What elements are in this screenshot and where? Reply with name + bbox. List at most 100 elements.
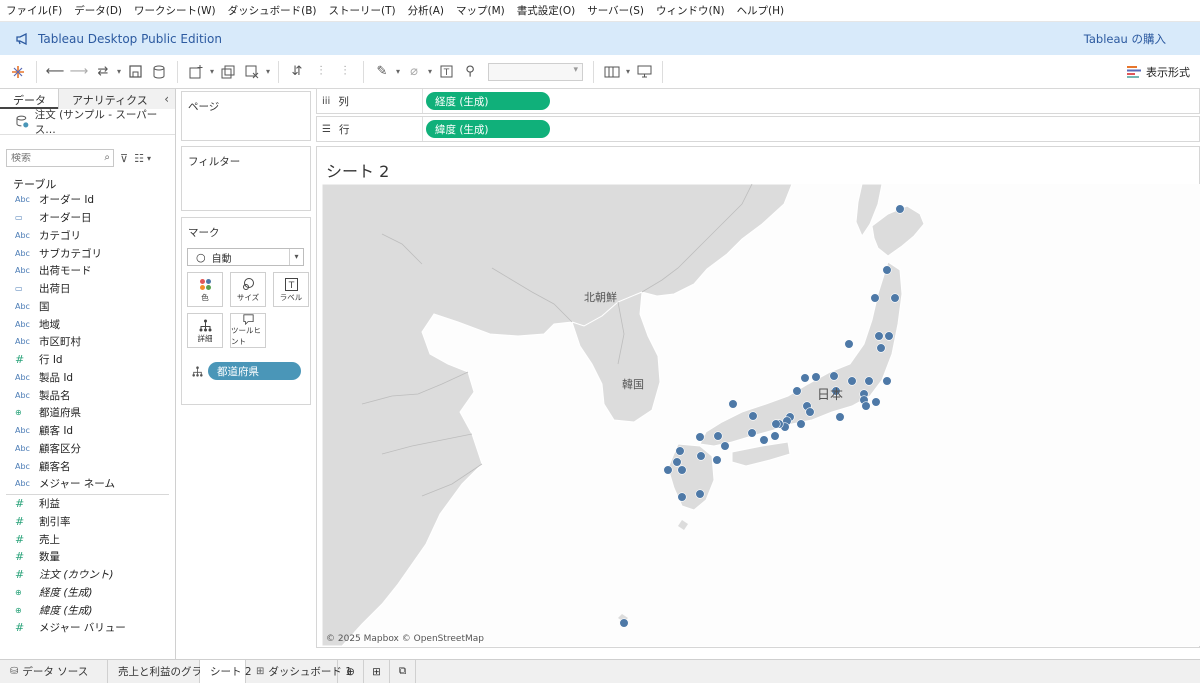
field-item[interactable]: Abc 国 (0, 298, 175, 316)
prefecture-point[interactable] (800, 373, 810, 383)
tab-sales-profit-chart[interactable]: 売上と利益のグラフ (108, 660, 213, 683)
chevron-down-icon[interactable]: ▾ (394, 67, 402, 76)
chevron-down-icon[interactable]: ▾ (208, 67, 216, 76)
prefecture-point[interactable] (713, 431, 723, 441)
prefecture-point[interactable] (895, 204, 905, 214)
new-dashboard-tab-button[interactable]: ⊞ (364, 660, 390, 683)
collapse-pane-icon[interactable]: ‹ (164, 92, 169, 106)
prefecture-point[interactable] (890, 293, 900, 303)
field-item[interactable]: # 割引率 (0, 513, 175, 531)
mark-type-dropdown[interactable]: ○ 自動 ▾ (187, 248, 304, 266)
field-item[interactable]: ▭ オーダー日 (0, 209, 175, 227)
field-item[interactable]: # 行 Id (0, 351, 175, 369)
buy-tableau-link[interactable]: Tableau の購入 (1084, 31, 1166, 47)
prefecture-point[interactable] (770, 431, 780, 441)
color-button[interactable]: 色 (187, 272, 223, 307)
prefecture-point[interactable] (672, 457, 682, 467)
field-item[interactable]: Abc 製品 Id (0, 369, 175, 387)
prefecture-point[interactable] (728, 399, 738, 409)
prefecture-point[interactable] (792, 386, 802, 396)
filter-icon[interactable]: ⊽ (120, 152, 128, 165)
field-item[interactable]: # 注文 (カウント) (0, 566, 175, 584)
duplicate-sheet-icon[interactable] (217, 61, 239, 83)
prefecture-point[interactable] (805, 407, 815, 417)
show-me-button[interactable]: 表示形式 (1127, 64, 1190, 80)
menu-format[interactable]: 書式設定(O) (517, 3, 575, 18)
prefecture-point[interactable] (748, 411, 758, 421)
sort-ascending-icon[interactable]: ⫶ (310, 61, 332, 83)
field-item[interactable]: Abc 地域 (0, 315, 175, 333)
tooltip-button[interactable]: ツールヒント (230, 313, 266, 348)
tableau-logo-icon[interactable] (7, 61, 29, 83)
menu-file[interactable]: ファイル(F) (6, 3, 62, 18)
prefecture-point[interactable] (835, 412, 845, 422)
field-item[interactable]: # 売上 (0, 530, 175, 548)
prefecture-point[interactable] (829, 371, 839, 381)
new-worksheet-tab-button[interactable]: ⊕ (338, 660, 364, 683)
replay-icon[interactable]: ⇄ (92, 61, 114, 83)
prefecture-point[interactable] (876, 343, 886, 353)
group-members-icon[interactable]: ⌀ (403, 61, 425, 83)
prefecture-point[interactable] (675, 446, 685, 456)
field-item[interactable]: Abc 顧客区分 (0, 440, 175, 458)
filters-card[interactable]: フィルター (181, 146, 311, 211)
field-item[interactable]: ⊕ 都道府県 (0, 404, 175, 422)
new-datasource-icon[interactable] (148, 61, 170, 83)
undo-icon[interactable]: ⟵ (44, 61, 66, 83)
detail-button[interactable]: 詳細 (187, 313, 223, 348)
tab-datasource[interactable]: ⛁ データ ソース (0, 660, 108, 683)
menu-server[interactable]: サーバー(S) (587, 3, 644, 18)
chevron-down-icon[interactable]: ▾ (426, 67, 434, 76)
prefecture-point[interactable] (677, 492, 687, 502)
field-item[interactable]: Abc 市区町村 (0, 333, 175, 351)
datasource-item[interactable]: 注文 (サンプル - スーパース… (0, 109, 175, 136)
columns-pill[interactable]: 経度 (生成) (426, 92, 550, 110)
menu-worksheet[interactable]: ワークシート(W) (134, 3, 216, 18)
prefecture-point[interactable] (874, 331, 884, 341)
menu-story[interactable]: ストーリー(T) (329, 3, 396, 18)
field-item[interactable]: Abc カテゴリ (0, 227, 175, 245)
prefecture-point[interactable] (771, 419, 781, 429)
field-item[interactable]: Abc メジャー ネーム (0, 475, 175, 493)
detail-pill[interactable]: 都道府県 (208, 362, 301, 380)
chevron-down-icon[interactable]: ▾ (115, 67, 123, 76)
prefecture-point[interactable] (864, 376, 874, 386)
new-story-tab-button[interactable]: ⧉ (390, 660, 416, 683)
pages-card[interactable]: ページ (181, 91, 311, 141)
prefecture-point[interactable] (759, 435, 769, 445)
prefecture-point[interactable] (870, 293, 880, 303)
swap-rows-columns-icon[interactable]: ⇵ (286, 61, 308, 83)
map-canvas[interactable]: 北朝鮮韓国日本 (322, 184, 1200, 646)
prefecture-point[interactable] (861, 401, 871, 411)
field-item[interactable]: Abc 顧客 Id (0, 422, 175, 440)
size-button[interactable]: サイズ (230, 272, 266, 307)
field-item[interactable]: # メジャー バリュー (0, 619, 175, 637)
show-mark-labels-icon[interactable]: T (435, 61, 457, 83)
show-cards-icon[interactable] (601, 61, 623, 83)
label-button[interactable]: T ラベル (273, 272, 309, 307)
prefecture-point[interactable] (720, 441, 730, 451)
field-item[interactable]: # 利益 (0, 495, 175, 513)
tab-sheet-2[interactable]: シート 2 (200, 660, 252, 683)
chevron-down-icon[interactable]: ▾ (264, 67, 272, 76)
fix-axes-pin-icon[interactable]: ⚲ (459, 61, 481, 83)
sort-descending-icon[interactable]: ⫶ (334, 61, 356, 83)
field-item[interactable]: ▭ 出荷日 (0, 280, 175, 298)
new-worksheet-icon[interactable] (185, 61, 207, 83)
field-item[interactable]: Abc 製品名 (0, 386, 175, 404)
menu-analysis[interactable]: 分析(A) (408, 3, 444, 18)
highlight-icon[interactable]: ✎ (371, 61, 393, 83)
field-search[interactable]: ⌕ (6, 149, 114, 167)
field-item[interactable]: Abc 出荷モード (0, 262, 175, 280)
prefecture-point[interactable] (811, 372, 821, 382)
menu-dashboard[interactable]: ダッシュボード(B) (228, 3, 317, 18)
prefecture-point[interactable] (884, 331, 894, 341)
prefecture-point[interactable] (882, 265, 892, 275)
presentation-mode-icon[interactable] (633, 61, 655, 83)
prefecture-point[interactable] (663, 465, 673, 475)
save-icon[interactable] (124, 61, 146, 83)
chevron-down-icon[interactable]: ▾ (147, 154, 151, 163)
tab-dashboard-1[interactable]: ⊞ ダッシュボード 1 (246, 660, 352, 683)
menu-window[interactable]: ウィンドウ(N) (656, 3, 725, 18)
prefecture-point[interactable] (619, 618, 629, 628)
